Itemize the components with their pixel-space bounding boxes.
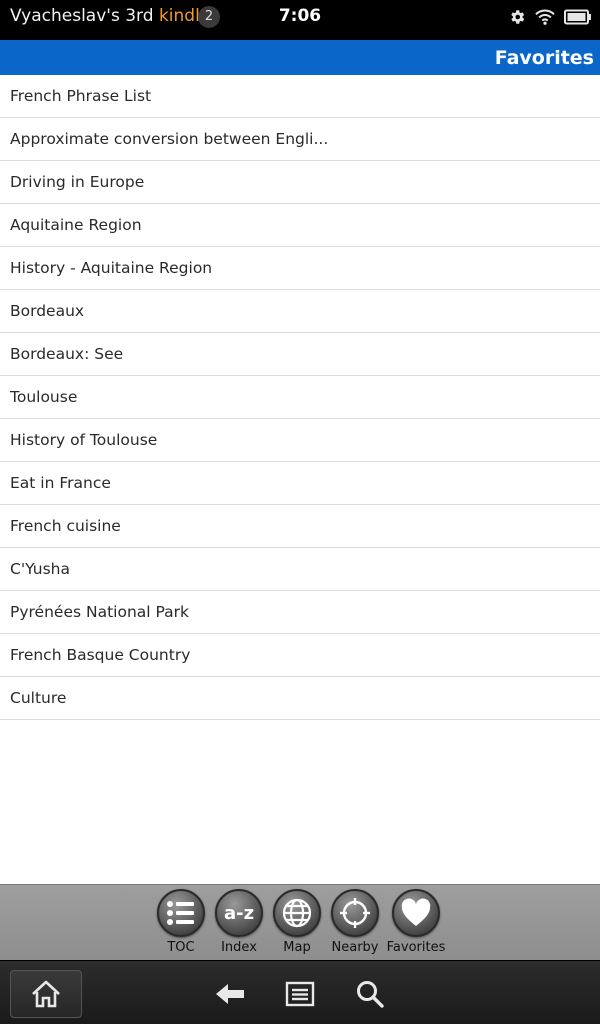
nearby-button-circle[interactable] xyxy=(331,889,379,937)
heart-icon xyxy=(401,898,431,926)
favorites-list: French Phrase List Approximate conversion… xyxy=(0,75,600,720)
nearby-button[interactable]: Nearby xyxy=(325,889,385,959)
favorites-button[interactable]: Favorites xyxy=(386,889,446,959)
nearby-label: Nearby xyxy=(331,940,379,955)
gear-icon[interactable] xyxy=(508,8,526,26)
back-button[interactable] xyxy=(213,979,247,1009)
index-button[interactable]: a-z Index xyxy=(209,889,269,959)
back-icon xyxy=(216,984,244,1004)
toc-button-circle[interactable] xyxy=(157,889,205,937)
status-icons xyxy=(508,6,592,28)
index-button-circle[interactable]: a-z xyxy=(215,889,263,937)
favorite-list-item[interactable]: Aquitaine Region xyxy=(0,204,600,247)
favorite-list-item[interactable]: French Phrase List xyxy=(0,75,600,118)
favorite-list-item[interactable]: Bordeaux xyxy=(0,290,600,333)
list-icon xyxy=(167,901,194,925)
favorite-list-item[interactable]: French cuisine xyxy=(0,505,600,548)
favorite-list-item[interactable]: Bordeaux: See xyxy=(0,333,600,376)
favorite-list-item[interactable]: Toulouse xyxy=(0,376,600,419)
index-label: Index xyxy=(221,940,257,955)
favorite-list-item[interactable]: Culture xyxy=(0,677,600,720)
home-button[interactable] xyxy=(10,970,82,1018)
toc-button[interactable]: TOC xyxy=(151,889,211,959)
map-button-circle[interactable] xyxy=(273,889,321,937)
status-bar: Vyacheslav's 3rd kindle 2 7:06 xyxy=(0,0,600,40)
favorites-button-circle[interactable] xyxy=(392,889,440,937)
favorite-list-item[interactable]: Approximate conversion between Engli... xyxy=(0,118,600,161)
battery-icon xyxy=(564,9,591,25)
bottom-toolbar: TOC a-z Index Map Nearby Favorites xyxy=(0,884,600,960)
title-bar: Favorites xyxy=(0,40,600,75)
favorite-list-item[interactable]: History - Aquitaine Region xyxy=(0,247,600,290)
globe-icon xyxy=(282,898,312,928)
menu-icon xyxy=(285,981,315,1007)
page-title: Favorites xyxy=(494,47,594,69)
map-label: Map xyxy=(283,940,311,955)
favorite-list-item[interactable]: C'Yusha xyxy=(0,548,600,591)
search-button[interactable] xyxy=(353,979,387,1009)
toc-label: TOC xyxy=(167,940,195,955)
favorite-list-item[interactable]: Driving in Europe xyxy=(0,161,600,204)
favorite-list-item[interactable]: Pyrénées National Park xyxy=(0,591,600,634)
search-icon xyxy=(357,981,384,1008)
wifi-icon xyxy=(535,9,555,25)
favorite-list-item[interactable]: Eat in France xyxy=(0,462,600,505)
home-icon xyxy=(32,980,60,1008)
menu-button[interactable] xyxy=(283,979,317,1009)
favorite-list-item[interactable]: French Basque Country xyxy=(0,634,600,677)
crosshair-icon xyxy=(340,898,370,928)
az-icon: a-z xyxy=(223,902,255,924)
favorite-list-item[interactable]: History of Toulouse xyxy=(0,419,600,462)
map-button[interactable]: Map xyxy=(267,889,327,959)
favorites-label: Favorites xyxy=(386,940,446,955)
navigation-bar xyxy=(0,960,600,1024)
